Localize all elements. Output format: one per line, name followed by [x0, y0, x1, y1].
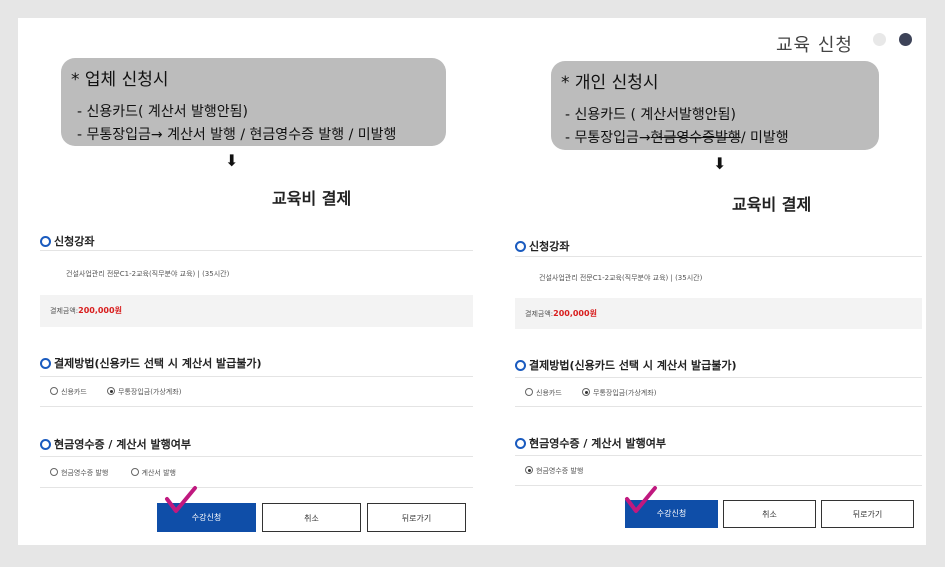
right-pay-bar: 결제금액:200,000원: [515, 298, 922, 329]
left-course-box: 건설사업관리 전문C1-2교육(직무분야 교육) | (35시간) 결제금액:2…: [40, 250, 473, 327]
right-radio-card[interactable]: 신용카드: [525, 378, 562, 408]
left-course-name: 건설사업관리 전문C1-2교육(직무분야 교육) | (35시간): [66, 270, 230, 278]
left-checkmark-icon: [165, 486, 197, 513]
left-pay-amount-label: 결제금액:: [50, 307, 79, 315]
page-dot-active[interactable]: [899, 33, 912, 46]
left-down-arrow-icon: ⬇: [225, 151, 239, 170]
left-back-button[interactable]: 뒤로가기: [367, 503, 466, 532]
right-checkmark-icon: [625, 486, 657, 513]
left-note-title: * 업체 신청시: [71, 70, 169, 90]
left-section-receipt: 현금영수증 / 계산서 발행여부: [40, 436, 191, 452]
right-pay-amount: 200,000원: [553, 309, 597, 318]
left-note: * 업체 신청시 - 신용카드( 계산서 발행안됨) - 무통장입금→ 계산서 …: [61, 58, 446, 146]
right-cancel-button[interactable]: 취소: [723, 500, 816, 528]
right-section-course: 신청강좌: [515, 238, 569, 254]
right-course-name: 건설사업관리 전문C1-2교육(직무분야 교육) | (35시간): [539, 274, 703, 282]
page-title: 교육 신청: [776, 35, 853, 56]
right-note-line1: - 신용카드 ( 계산서발행안됨): [565, 107, 737, 123]
right-receipt-options: 현금영수증 발행: [515, 455, 922, 486]
right-note-title: * 개인 신청시: [561, 73, 659, 93]
right-section-receipt: 현금영수증 / 계산서 발행여부: [515, 435, 666, 451]
left-pay-amount: 200,000원: [78, 306, 122, 315]
right-down-arrow-icon: ⬇: [713, 154, 727, 173]
left-note-line1: - 신용카드( 계산서 발행안됨): [77, 104, 249, 120]
left-radio-card[interactable]: 신용카드: [50, 377, 87, 408]
right-pay-amount-label: 결제금액:: [525, 310, 554, 318]
circle-icon: [515, 438, 526, 449]
circle-icon: [515, 360, 526, 371]
circle-icon: [40, 236, 51, 247]
left-cancel-button[interactable]: 취소: [262, 503, 361, 532]
left-pay-title: 교육비 결제: [272, 189, 352, 208]
page-dot-inactive[interactable]: [873, 33, 886, 46]
right-radio-bank[interactable]: 무통장입금(가상계좌): [582, 378, 656, 408]
left-method-options: 신용카드 무통장입금(가상계좌): [40, 376, 473, 407]
right-note: * 개인 신청시 - 신용카드 ( 계산서발행안됨) - 무통장입금→현금영수증…: [551, 61, 879, 150]
right-note-line2: - 무통장입금→현금영수증발행/ 미발행: [565, 130, 789, 146]
right-back-button[interactable]: 뒤로가기: [821, 500, 914, 528]
right-note-strike: 현금영수증발행: [650, 130, 741, 146]
right-pay-title: 교육비 결제: [732, 195, 812, 214]
right-course-box: 건설사업관리 전문C1-2교육(직무분야 교육) | (35시간) 결제금액:2…: [515, 256, 922, 329]
circle-icon: [40, 439, 51, 450]
circle-icon: [40, 358, 51, 369]
left-section-course: 신청강좌: [40, 233, 94, 249]
left-radio-cash-receipt[interactable]: 현금영수증 발행: [50, 457, 108, 489]
left-pay-bar: 결제금액:200,000원: [40, 295, 473, 327]
left-radio-bank[interactable]: 무통장입금(가상계좌): [107, 377, 181, 408]
left-note-line2: - 무통장입금→ 계산서 발행 / 현금영수증 발행 / 미발행: [77, 127, 397, 143]
left-section-method: 결제방법(신용카드 선택 시 계산서 발급불가): [40, 355, 262, 371]
left-receipt-options: 현금영수증 발행 계산서 발행: [40, 456, 473, 488]
circle-icon: [515, 241, 526, 252]
right-section-method: 결제방법(신용카드 선택 시 계산서 발급불가): [515, 357, 737, 373]
right-radio-cash-receipt[interactable]: 현금영수증 발행: [525, 456, 583, 487]
right-method-options: 신용카드 무통장입금(가상계좌): [515, 377, 922, 407]
